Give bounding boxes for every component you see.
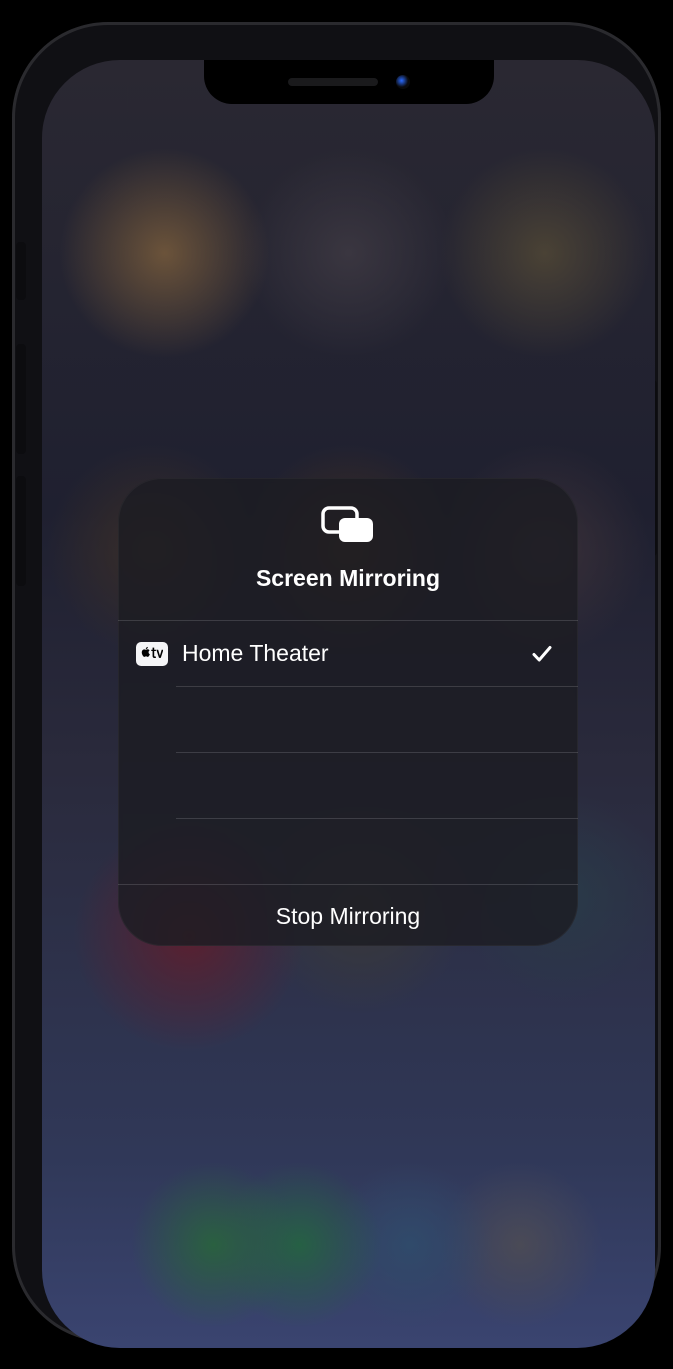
volume-down-button bbox=[16, 476, 26, 586]
device-row-empty[interactable] bbox=[118, 687, 578, 752]
front-camera-icon bbox=[396, 75, 410, 89]
mute-switch bbox=[16, 242, 26, 300]
checkmark-icon bbox=[530, 642, 554, 666]
panel-header: Screen Mirroring bbox=[118, 478, 578, 620]
notch bbox=[204, 60, 494, 104]
device-row-home-theater[interactable]: Home Theater bbox=[118, 621, 578, 686]
device-row-empty[interactable] bbox=[118, 819, 578, 884]
volume-up-button bbox=[16, 344, 26, 454]
apple-tv-icon bbox=[136, 642, 168, 666]
panel-title: Screen Mirroring bbox=[256, 565, 440, 592]
stop-mirroring-label: Stop Mirroring bbox=[276, 903, 420, 930]
device-name: Home Theater bbox=[182, 640, 530, 667]
device-row-empty[interactable] bbox=[118, 753, 578, 818]
screen-mirroring-panel: Screen Mirroring Home Theater bbox=[118, 478, 578, 946]
screen-mirroring-icon bbox=[321, 506, 376, 551]
phone-frame: Screen Mirroring Home Theater bbox=[12, 22, 661, 1342]
device-list: Home Theater bbox=[118, 620, 578, 884]
speaker-grille-icon bbox=[288, 78, 378, 86]
phone-screen: Screen Mirroring Home Theater bbox=[42, 60, 655, 1348]
stop-mirroring-button[interactable]: Stop Mirroring bbox=[118, 884, 578, 948]
